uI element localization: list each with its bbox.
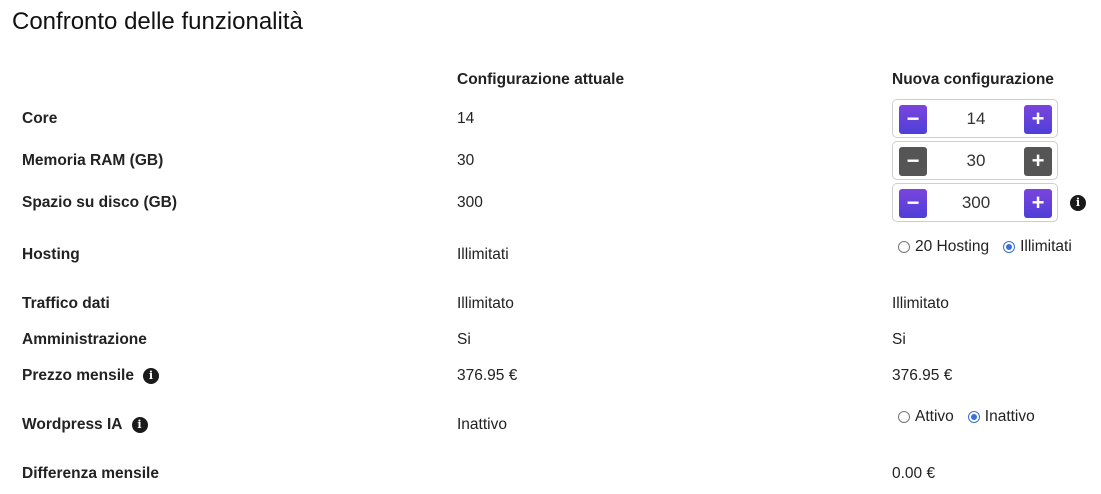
wordpress-info-icon[interactable]: i xyxy=(131,417,148,433)
price-info-icon[interactable]: i xyxy=(143,368,159,384)
row-label-price: Prezzo mensile xyxy=(22,367,134,384)
row-label-diff: Differenza mensile xyxy=(22,465,159,482)
wordpress-option-active-label: Attivo xyxy=(915,408,954,425)
page-title: Confronto delle funzionalità xyxy=(12,8,303,35)
hosting-radio-group: 20 Hosting Illimitati xyxy=(898,238,1072,256)
current-traffic: Illimitato xyxy=(457,295,514,312)
hosting-option-20-label: 20 Hosting xyxy=(915,238,990,255)
ram-stepper: − 30 + xyxy=(892,141,1058,180)
row-label-core: Core xyxy=(22,110,58,127)
disk-increment-button[interactable]: + xyxy=(1024,189,1052,218)
new-admin: Si xyxy=(892,331,906,348)
wordpress-option-active[interactable]: Attivo xyxy=(898,408,954,426)
hosting-option-unlimited-label: Illimitati xyxy=(1020,238,1072,255)
row-label-price-container: Prezzo mensile i xyxy=(22,367,159,385)
disk-stepper: − 300 + xyxy=(892,183,1058,222)
disk-info-icon[interactable]: i xyxy=(1070,195,1086,211)
new-diff: 0.00 € xyxy=(892,465,936,482)
hosting-option-20[interactable]: 20 Hosting xyxy=(898,238,989,256)
core-increment-button[interactable]: + xyxy=(1024,105,1052,134)
hosting-option-unlimited[interactable]: Illimitati xyxy=(1003,238,1072,256)
current-disk: 300 xyxy=(457,194,483,211)
row-label-traffic: Traffico dati xyxy=(22,295,110,312)
core-value[interactable]: 14 xyxy=(929,100,1023,137)
current-admin: Si xyxy=(457,331,471,348)
current-wordpress: Inattivo xyxy=(457,416,507,433)
column-header-current: Configurazione attuale xyxy=(457,71,625,88)
radio-unchecked-icon[interactable] xyxy=(898,411,910,423)
current-core: 14 xyxy=(457,110,475,127)
new-price: 376.95 € xyxy=(892,367,953,384)
row-label-wordpress: Wordpress IA xyxy=(22,416,123,433)
radio-checked-icon[interactable] xyxy=(1003,241,1016,253)
disk-decrement-button[interactable]: − xyxy=(899,189,927,218)
ram-value[interactable]: 30 xyxy=(929,142,1023,179)
current-price: 376.95 € xyxy=(457,367,518,384)
disk-value[interactable]: 300 xyxy=(929,184,1023,221)
row-label-disk: Spazio su disco (GB) xyxy=(22,194,178,211)
row-label-ram: Memoria RAM (GB) xyxy=(22,152,164,169)
wordpress-radio-group: Attivo Inattivo xyxy=(898,408,1035,426)
radio-checked-icon[interactable] xyxy=(967,411,980,423)
radio-unchecked-icon[interactable] xyxy=(898,241,910,253)
row-label-wordpress-container: Wordpress IA i xyxy=(22,416,148,434)
core-decrement-button[interactable]: − xyxy=(899,105,927,134)
row-label-admin: Amministrazione xyxy=(22,331,147,348)
wordpress-option-inactive-label: Inattivo xyxy=(984,408,1035,425)
current-hosting: Illimitati xyxy=(457,246,509,263)
new-traffic: Illimitato xyxy=(892,295,949,312)
ram-decrement-button[interactable]: − xyxy=(899,147,927,176)
ram-increment-button[interactable]: + xyxy=(1024,147,1052,176)
current-ram: 30 xyxy=(457,152,475,169)
wordpress-option-inactive[interactable]: Inattivo xyxy=(967,408,1035,426)
row-label-hosting: Hosting xyxy=(22,246,80,263)
core-stepper: − 14 + xyxy=(892,99,1058,138)
column-header-new: Nuova configurazione xyxy=(892,71,1054,88)
